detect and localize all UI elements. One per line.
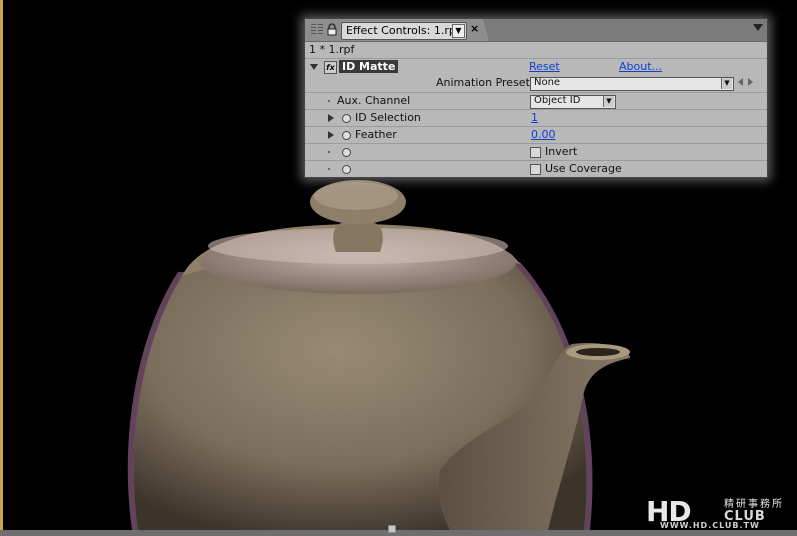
about-link[interactable]: About... [619,60,662,73]
chevron-down-icon: ▼ [603,96,614,107]
comp-frame-left-edge [0,0,3,536]
param-row-feather: Feather 0.00 [305,126,767,143]
param-row-use-coverage: Use Coverage [305,160,767,177]
effect-name[interactable]: ID Matte [339,60,399,73]
tab-label: Effect Controls: 1.rpf [346,24,460,37]
fx-icon[interactable]: fx [324,61,337,74]
tab-bar-background [483,19,767,41]
animation-presets-value: None [534,77,561,88]
tab-effect-controls[interactable]: Effect Controls: 1.rpf ▼ [341,22,467,40]
triangle-right-icon[interactable] [328,114,334,122]
id-selection-value[interactable]: 1 [531,111,538,124]
triangle-right-icon[interactable] [328,131,334,139]
stopwatch-icon[interactable] [342,165,351,174]
triangle-down-icon[interactable] [310,64,318,70]
effect-controls-panel: Effect Controls: 1.rpf ▼ × 1 * 1.rpf fx … [304,18,768,178]
param-row-invert: Invert [305,143,767,160]
previous-preset-icon[interactable] [738,78,743,86]
use-coverage-checkbox[interactable] [530,164,541,175]
aux-channel-label: Aux. Channel [337,94,411,107]
bullet-icon [328,100,330,102]
panel-grip-icon[interactable] [311,24,316,36]
chevron-down-icon[interactable]: ▼ [452,24,465,38]
aux-channel-dropdown[interactable]: Object ID ▼ [530,95,616,109]
close-icon[interactable]: × [470,22,479,35]
panel-grip-icon-2[interactable] [318,24,323,36]
feather-value[interactable]: 0.00 [531,128,556,141]
stopwatch-icon[interactable] [342,148,351,157]
animation-presets-label: Animation Presets: [436,76,540,89]
id-selection-label: ID Selection [355,111,421,124]
layer-name: 1 * 1.rpf [309,43,355,56]
animation-presets-row: Animation Presets: None ▼ [305,75,767,91]
effect-header-row: fx ID Matte Reset About... [305,58,767,75]
bullet-icon [328,168,330,170]
next-preset-icon[interactable] [748,78,753,86]
watermark-logo: HD 精研事務所 CLUB WWW.HD.CLUB.TW [646,495,796,531]
invert-checkbox[interactable] [530,147,541,158]
watermark-chinese-text: 精研事務所 [724,499,784,510]
animation-presets-dropdown[interactable]: None ▼ [530,77,734,91]
feather-label: Feather [355,128,397,141]
invert-label: Invert [545,145,578,158]
chevron-down-icon: ▼ [721,78,732,89]
watermark-url: WWW.HD.CLUB.TW [660,521,760,530]
param-row-aux-channel: Aux. Channel Object ID ▼ [305,92,767,109]
aux-channel-value: Object ID [534,95,581,106]
lock-icon[interactable] [327,23,337,36]
reset-link[interactable]: Reset [529,60,560,73]
bullet-icon [328,151,330,153]
panel-menu-icon[interactable] [753,24,763,31]
use-coverage-label: Use Coverage [545,162,622,175]
comp-frame-handle[interactable] [388,525,396,533]
panel-tab-bar: Effect Controls: 1.rpf ▼ × [305,19,767,42]
param-row-id-selection: ID Selection 1 [305,109,767,126]
stopwatch-icon[interactable] [342,131,351,140]
stopwatch-icon[interactable] [342,114,351,123]
